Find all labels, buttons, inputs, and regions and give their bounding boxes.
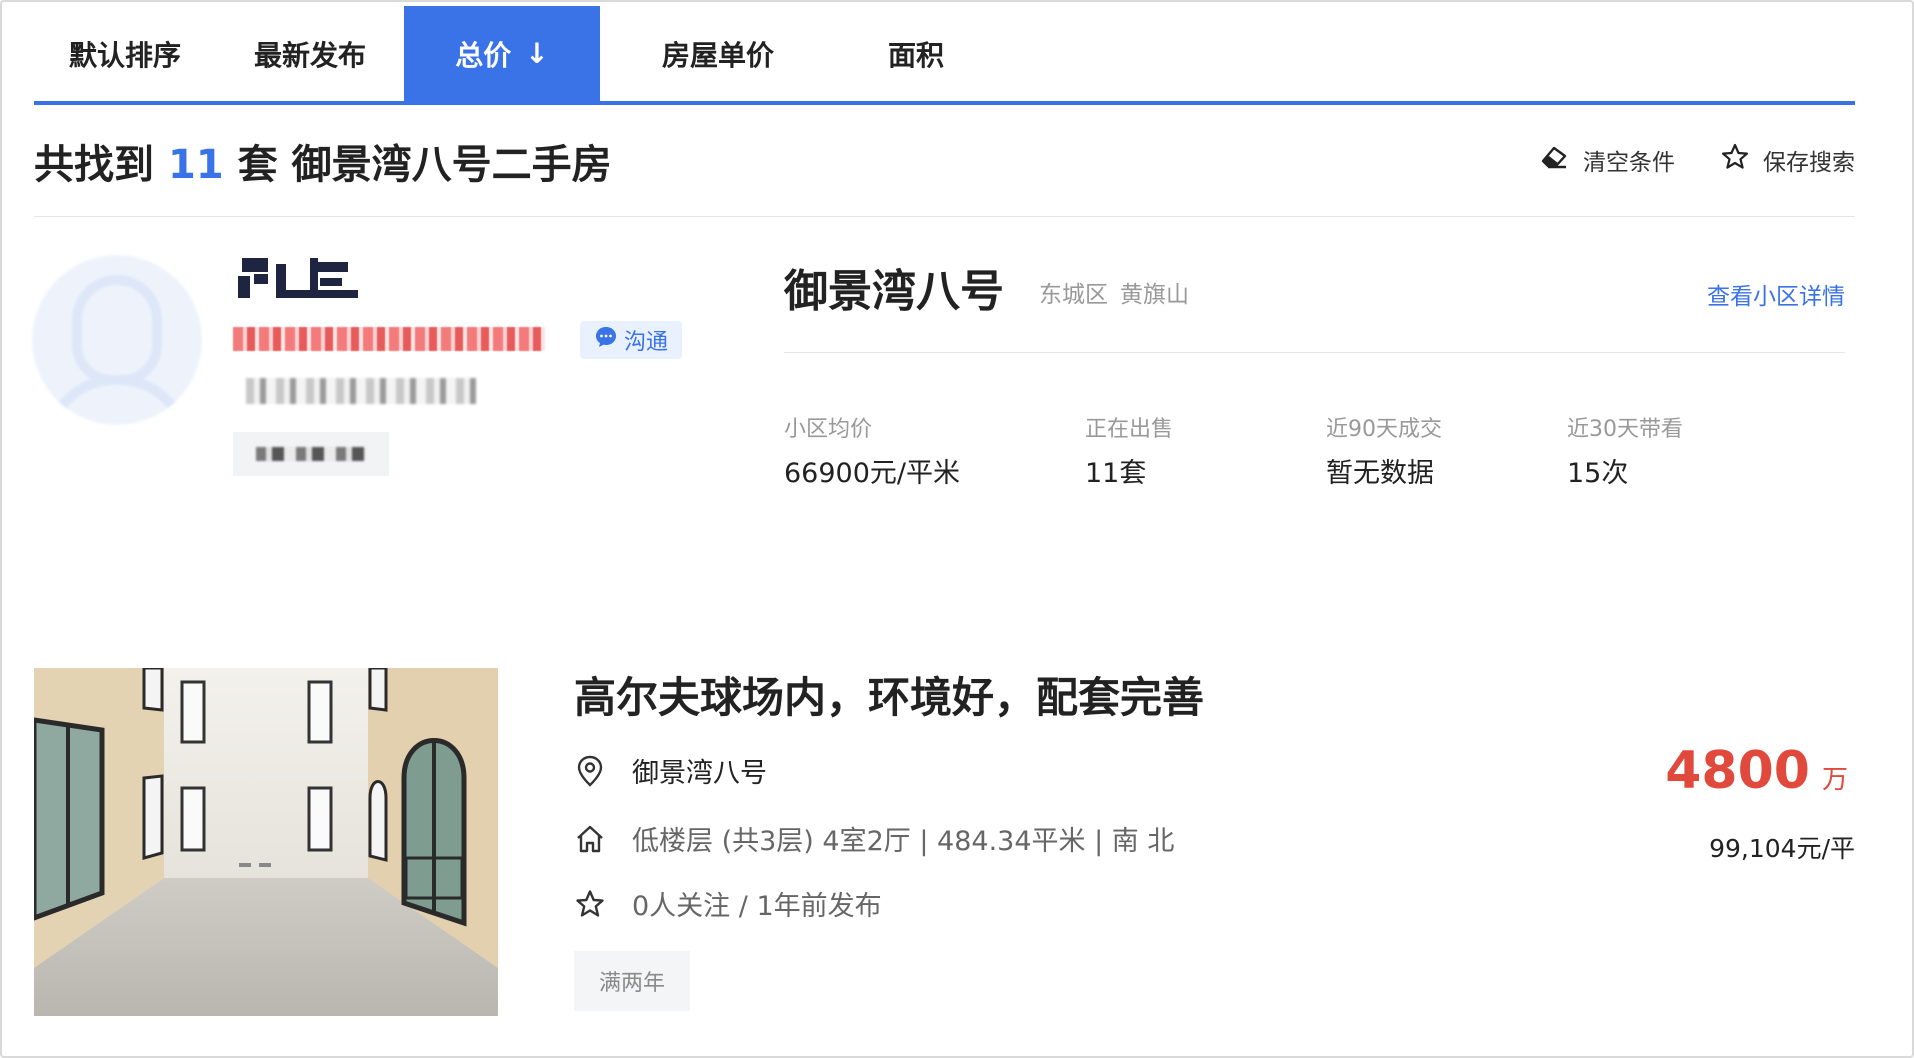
result-suffix: 套	[237, 142, 278, 188]
chat-button[interactable]: 沟通	[580, 321, 682, 359]
community-area[interactable]: 黄旗山	[1120, 282, 1189, 308]
stat-deals-90d: 近90天成交 暂无数据	[1326, 411, 1567, 490]
listing-photo[interactable]	[34, 668, 498, 1016]
price-unit: 万	[1821, 765, 1848, 795]
stat-avg-price: 小区均价 66900元/平米	[784, 411, 1085, 490]
divider	[784, 352, 1845, 353]
tab-total-price[interactable]: 总价 ↓	[404, 6, 600, 101]
community-district[interactable]: 东城区	[1039, 282, 1108, 308]
clear-filters-button[interactable]: 清空条件	[1539, 143, 1675, 177]
search-actions: 清空条件 保存搜索	[1539, 143, 1855, 177]
listing-total-price: 4800 万	[1665, 741, 1848, 801]
agent-avatar[interactable]	[32, 255, 202, 425]
clear-filters-label: 清空条件	[1583, 150, 1675, 176]
stat-label: 小区均价	[784, 417, 873, 442]
result-name: 御景湾八号二手房	[291, 142, 612, 188]
community-stats: 小区均价 66900元/平米 正在出售 11套 近90天成交 暂无数据 近30天…	[784, 411, 1868, 490]
tab-latest[interactable]: 最新发布	[216, 6, 404, 101]
listing-follow: 0人关注 / 1年前发布	[632, 891, 882, 922]
tab-area[interactable]: 面积	[836, 6, 996, 101]
save-search-button[interactable]: 保存搜索	[1721, 143, 1855, 177]
agent-company-redacted	[246, 378, 476, 404]
agent-tag-redacted	[233, 432, 389, 476]
tab-label: 面积	[887, 38, 944, 72]
stat-value: 66900元/平米	[784, 458, 960, 489]
tab-label: 房屋单价	[661, 38, 774, 72]
listing-info: 低楼层 (共3层) 4室2厅 | 484.34平米 | 南 北	[632, 826, 1175, 857]
listing-follow-row: 0人关注 / 1年前发布	[574, 884, 882, 923]
location-pin-icon	[574, 755, 606, 787]
tab-label: 默认排序	[68, 38, 181, 72]
arrow-down-icon: ↓	[525, 37, 549, 70]
listing-unit-price: 99,104元/平	[1709, 834, 1855, 863]
stat-value: 11套	[1085, 458, 1147, 489]
listing-location[interactable]: 御景湾八号	[632, 751, 767, 790]
chat-bubble-icon	[594, 325, 618, 355]
listing-location-row: 御景湾八号	[574, 751, 767, 790]
tab-label: 最新发布	[253, 38, 366, 72]
listing-info-row: 低楼层 (共3层) 4室2厅 | 484.34平米 | 南 北	[574, 819, 1174, 858]
stat-label: 近30天带看	[1567, 417, 1683, 442]
star-outline-icon	[1721, 143, 1749, 177]
chat-label: 沟通	[623, 330, 668, 355]
listing-tag: 满两年	[574, 951, 690, 1011]
agent-name-redacted	[238, 254, 368, 302]
save-search-label: 保存搜索	[1763, 150, 1855, 176]
community-location: 东城区 黄旗山	[1039, 275, 1189, 309]
stat-label: 近90天成交	[1326, 417, 1442, 442]
stat-on-sale: 正在出售 11套	[1085, 411, 1326, 490]
stat-label: 正在出售	[1085, 417, 1174, 442]
eraser-icon	[1539, 144, 1569, 176]
community-detail-link[interactable]: 查看小区详情	[1707, 277, 1845, 311]
price-value: 4800	[1665, 741, 1810, 801]
tab-label: 总价	[455, 38, 512, 72]
listing-title[interactable]: 高尔夫球场内，环境好，配套完善	[574, 664, 1204, 725]
stat-visits-30d: 近30天带看 15次	[1567, 411, 1868, 490]
tab-default-sort[interactable]: 默认排序	[34, 6, 216, 101]
house-icon	[574, 823, 606, 855]
star-outline-icon	[574, 888, 606, 920]
divider	[34, 216, 1855, 217]
result-prefix: 共找到	[34, 142, 154, 188]
sort-tabs: 默认排序 最新发布 总价 ↓ 房屋单价 面积	[34, 6, 1855, 105]
tab-unit-price[interactable]: 房屋单价	[600, 6, 836, 101]
result-count: 11	[168, 142, 224, 188]
community-name[interactable]: 御景湾八号	[784, 255, 1004, 319]
agent-phone-redacted	[233, 327, 545, 351]
stat-value: 暂无数据	[1326, 458, 1434, 489]
stat-value: 15次	[1567, 458, 1629, 489]
result-summary: 共找到 11 套御景湾八号二手房	[34, 132, 612, 190]
